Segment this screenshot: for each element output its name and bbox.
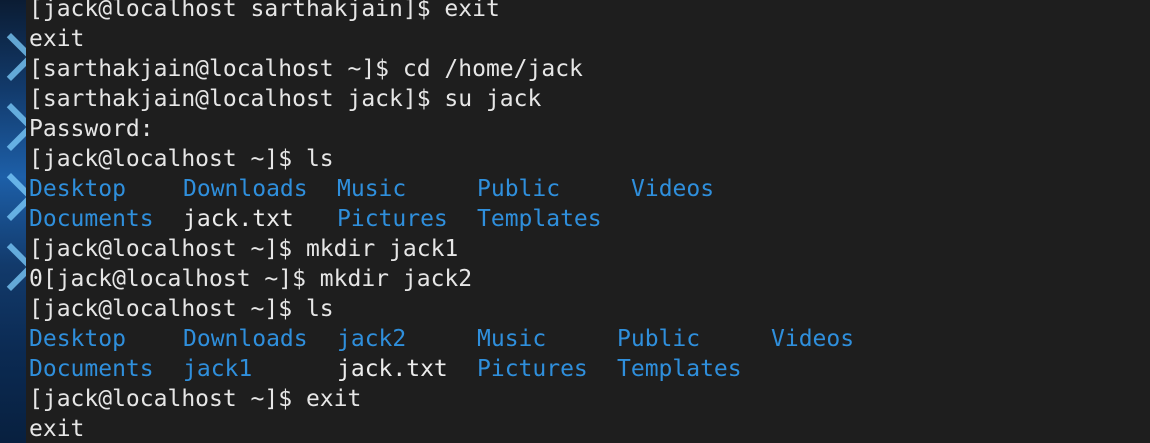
wallpaper-chevron-icon <box>0 172 26 222</box>
desktop-wallpaper-strip <box>0 0 26 443</box>
directory-entry: Videos <box>631 176 715 202</box>
terminal-line: [jack@localhost ~]$ ls <box>29 146 334 172</box>
ls-output-row: Documents jack.txt Pictures Templates <box>29 204 1129 234</box>
directory-entry: Music <box>477 326 547 352</box>
terminal-line: [sarthakjain@localhost ~]$ cd /home/jack <box>29 56 583 82</box>
ls-output-row: Desktop Downloads Music Public Videos <box>29 174 1129 204</box>
directory-entry: Desktop <box>29 176 126 202</box>
file-entry: jack.txt <box>337 356 448 382</box>
directory-entry: Documents <box>29 356 154 382</box>
terminal-line: Password: <box>29 116 154 142</box>
directory-entry: Downloads <box>183 326 308 352</box>
terminal-window[interactable]: [jack@localhost sarthakjain]$ exit exit … <box>26 0 1150 443</box>
wallpaper-chevron-icon <box>0 32 26 82</box>
terminal-line: [jack@localhost sarthakjain]$ exit <box>29 0 500 22</box>
directory-entry: Public <box>477 176 561 202</box>
screen: [jack@localhost sarthakjain]$ exit exit … <box>0 0 1150 443</box>
terminal-line: 0[jack@localhost ~]$ mkdir jack2 <box>29 266 473 292</box>
terminal-line: [jack@localhost ~]$ mkdir jack1 <box>29 236 459 262</box>
directory-entry: Pictures <box>477 356 588 382</box>
directory-entry: jack1 <box>183 356 253 382</box>
directory-entry: jack2 <box>337 326 407 352</box>
directory-entry: Videos <box>771 326 855 352</box>
directory-entry: Public <box>617 326 701 352</box>
directory-entry: Desktop <box>29 326 126 352</box>
ls-output-row: Desktop Downloads jack2 Music Public Vid… <box>29 324 1129 354</box>
directory-entry: Templates <box>477 206 602 232</box>
directory-entry: Downloads <box>183 176 308 202</box>
terminal-line: [sarthakjain@localhost jack]$ su jack <box>29 86 542 112</box>
terminal-line: [jack@localhost ~]$ exit <box>29 386 362 412</box>
directory-entry: Music <box>337 176 407 202</box>
file-entry: jack.txt <box>183 206 294 232</box>
terminal-line: exit <box>29 416 85 442</box>
directory-entry: Templates <box>617 356 742 382</box>
wallpaper-chevron-icon <box>0 102 26 152</box>
terminal-line: exit <box>29 26 85 52</box>
ls-output-row: Documents jack1 jack.txt Pictures Templa… <box>29 354 1129 384</box>
wallpaper-chevron-icon <box>0 242 26 292</box>
directory-entry: Documents <box>29 206 154 232</box>
directory-entry: Pictures <box>337 206 448 232</box>
terminal-line: [jack@localhost ~]$ ls <box>29 296 334 322</box>
